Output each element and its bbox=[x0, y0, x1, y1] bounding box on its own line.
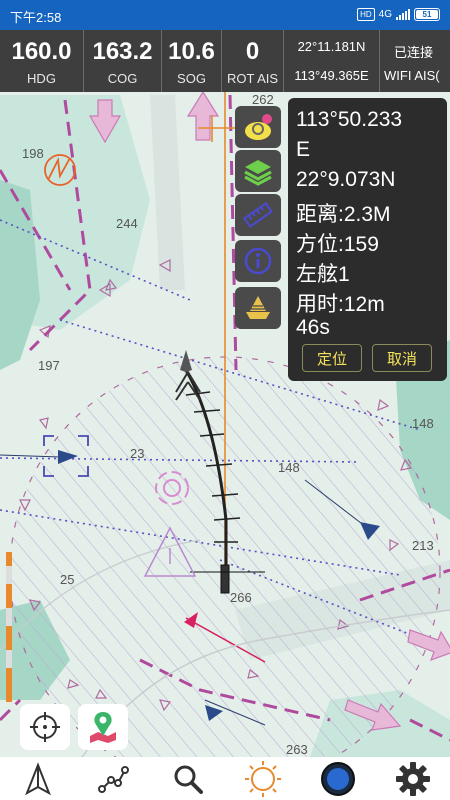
chart-mode-button[interactable] bbox=[300, 757, 375, 800]
sounding-198: 198 bbox=[22, 146, 44, 161]
globe-icon bbox=[320, 761, 355, 796]
hd-badge: HD bbox=[357, 8, 375, 21]
waypoint-pin-button[interactable] bbox=[78, 704, 128, 750]
scale-bar bbox=[6, 552, 12, 702]
sounding-244: 244 bbox=[116, 216, 138, 231]
sog-value: 10.6 bbox=[168, 38, 215, 65]
instrument-bar: 160.0 HDG 163.2 COG 10.6 SOG 0 ROT AIS 2… bbox=[0, 30, 450, 92]
sounding-148a: 148 bbox=[278, 460, 300, 475]
navigation-button[interactable] bbox=[0, 757, 75, 800]
cog-label: COG bbox=[107, 71, 138, 86]
locate-button[interactable]: 定位 bbox=[302, 344, 362, 372]
compass-arrow-icon bbox=[24, 761, 51, 795]
status-bar: 下午2:58 HD 4G 51 bbox=[0, 0, 450, 30]
hdg-label: HDG bbox=[27, 71, 56, 86]
target-info-panel: 113°50.233 E 22°9.073N 距离:2.3M 方位:159 左舷… bbox=[288, 98, 447, 381]
info-tool-button[interactable] bbox=[235, 240, 281, 282]
target-side: 左舷1 bbox=[296, 263, 350, 286]
ruler-tool-button[interactable] bbox=[235, 194, 281, 236]
rot-readout[interactable]: 0 ROT AIS bbox=[222, 30, 284, 92]
battery-level: 51 bbox=[422, 10, 432, 19]
search-icon bbox=[174, 765, 203, 794]
gear-icon bbox=[395, 761, 430, 796]
rot-label: ROT AIS bbox=[226, 71, 279, 86]
hdg-value: 160.0 bbox=[11, 38, 72, 65]
settings-button[interactable] bbox=[375, 757, 450, 800]
sounding-197: 197 bbox=[38, 358, 60, 373]
sounding-263: 263 bbox=[286, 742, 308, 757]
status-time: 下午2:58 bbox=[10, 10, 62, 25]
day-night-button[interactable] bbox=[225, 757, 300, 800]
cancel-button[interactable]: 取消 bbox=[372, 344, 432, 372]
center-locate-button[interactable] bbox=[20, 704, 70, 750]
signal-icon bbox=[396, 9, 410, 20]
mark-pin-icon bbox=[245, 114, 272, 140]
sounding-262: 262 bbox=[252, 92, 274, 107]
sounding-25: 25 bbox=[60, 572, 74, 587]
search-button[interactable] bbox=[150, 757, 225, 800]
sun-icon bbox=[244, 760, 281, 797]
map-pin-icon bbox=[90, 712, 116, 743]
target-longitude: 113°50.233 bbox=[296, 108, 403, 131]
ais-label: WIFI AIS( bbox=[384, 68, 440, 83]
layers-tool-button[interactable] bbox=[235, 150, 281, 192]
info-icon bbox=[244, 247, 272, 275]
network-type: 4G bbox=[378, 9, 392, 20]
status-icons: HD 4G 51 bbox=[357, 8, 440, 21]
target-time-seconds: 46s bbox=[296, 316, 330, 339]
crosshair-icon bbox=[30, 712, 60, 742]
bottom-toolbar bbox=[0, 757, 450, 800]
mark-tool-button[interactable] bbox=[235, 106, 281, 148]
target-longitude-dir: E bbox=[296, 138, 311, 161]
target-distance: 距离:2.3M bbox=[296, 203, 391, 226]
rot-value: 0 bbox=[245, 38, 260, 65]
sounding-213: 213 bbox=[412, 538, 434, 553]
target-bearing: 方位:159 bbox=[296, 233, 379, 256]
ruler-icon bbox=[243, 202, 273, 228]
route-icon bbox=[97, 765, 129, 793]
sog-readout[interactable]: 10.6 SOG bbox=[162, 30, 222, 92]
longitude-value: 113°49.365E bbox=[294, 68, 369, 83]
sog-label: SOG bbox=[177, 71, 206, 86]
hdg-readout[interactable]: 160.0 HDG bbox=[0, 30, 84, 92]
target-latitude: 22°9.073N bbox=[296, 168, 396, 191]
ais-status[interactable]: 已连接 WIFI AIS( bbox=[380, 30, 450, 92]
cog-readout[interactable]: 163.2 COG bbox=[84, 30, 162, 92]
ais-connection: 已连接 bbox=[394, 45, 434, 60]
latitude-value: 22°11.181N bbox=[297, 39, 366, 54]
target-time: 用时:12m bbox=[296, 293, 385, 316]
layers-icon bbox=[244, 160, 272, 186]
own-ship-icon bbox=[220, 564, 230, 594]
sounding-266: 266 bbox=[230, 590, 252, 605]
route-button[interactable] bbox=[75, 757, 150, 800]
battery-icon: 51 bbox=[414, 8, 440, 21]
sounding-148b: 148 bbox=[412, 416, 434, 431]
ship-icon bbox=[246, 296, 270, 319]
sounding-23: 23 bbox=[130, 446, 144, 461]
ship-tool-button[interactable] bbox=[235, 287, 281, 329]
cog-value: 163.2 bbox=[92, 38, 153, 65]
position-readout[interactable]: 22°11.181N 113°49.365E bbox=[284, 30, 380, 92]
